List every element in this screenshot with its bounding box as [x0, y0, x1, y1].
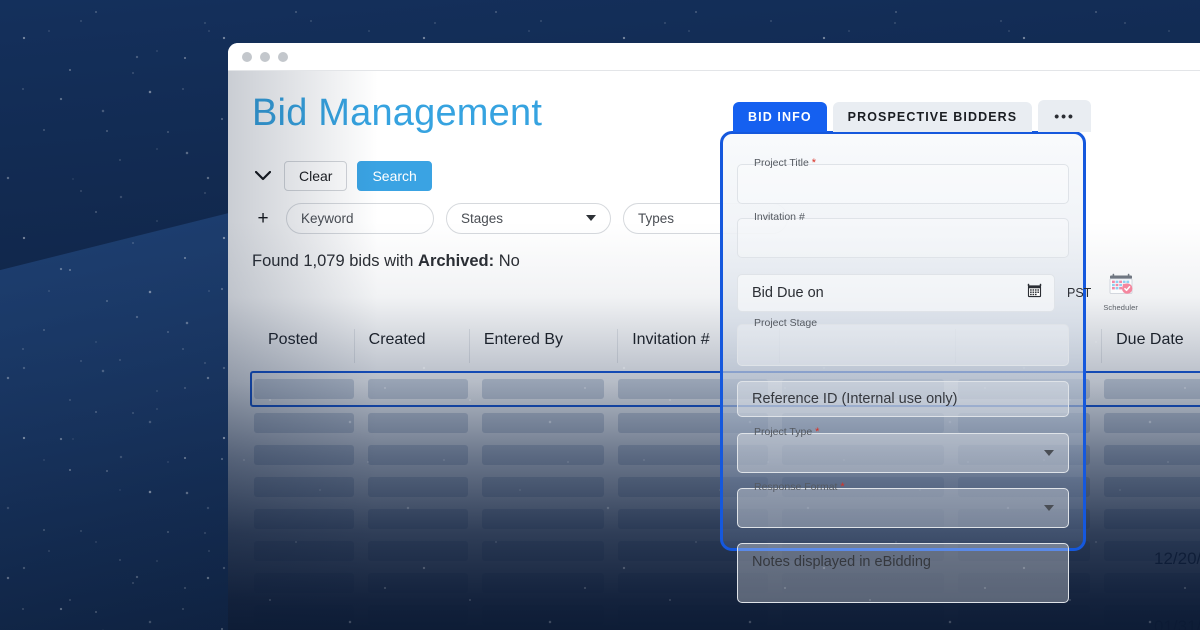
add-filter-icon[interactable]: + — [252, 207, 274, 229]
tab-more-options-icon[interactable]: ••• — [1038, 100, 1091, 132]
tab-prospective-bidders[interactable]: PROSPECTIVE BIDDERS — [833, 102, 1033, 133]
due-date-value: 01/31/24 — [1154, 617, 1200, 630]
table-cell — [482, 573, 604, 593]
invitation-number-field[interactable]: Invitation # — [737, 218, 1069, 258]
calendar-icon[interactable] — [1027, 283, 1042, 303]
table-cell — [254, 379, 354, 399]
results-suffix: No — [494, 252, 520, 270]
table-cell — [368, 573, 468, 593]
scheduler-label: Scheduler — [1103, 303, 1138, 312]
chevron-down-icon[interactable] — [1044, 505, 1054, 511]
notes-field[interactable]: Notes displayed in eBidding — [737, 543, 1069, 603]
response-format-label: Response Format * — [750, 482, 849, 493]
table-cell — [1104, 413, 1200, 433]
chevron-down-icon — [586, 215, 596, 221]
table-cell — [1104, 379, 1200, 399]
table-cell — [254, 509, 354, 529]
table-column-entered-by[interactable]: Entered By — [469, 329, 617, 363]
notes-placeholder: Notes displayed in eBidding — [738, 544, 1068, 602]
table-cell — [1104, 445, 1200, 465]
table-cell — [254, 541, 354, 561]
keyword-placeholder: Keyword — [301, 211, 354, 226]
project-title-label: Project Title * — [750, 158, 820, 169]
clear-button[interactable]: Clear — [284, 161, 347, 191]
due-date-value: 12/20/23 — [1154, 549, 1200, 569]
table-column-due-date[interactable]: Due Date — [1101, 329, 1200, 363]
project-type-label: Project Type * — [750, 427, 823, 438]
invitation-number-label: Invitation # — [750, 212, 809, 223]
scheduler-button[interactable]: Scheduler — [1103, 273, 1138, 312]
tab-bid-info[interactable]: BID INFO — [733, 102, 827, 133]
modal-tabs: BID INFO PROSPECTIVE BIDDERS ••• — [720, 100, 1086, 132]
window-close-dot-icon[interactable] — [242, 52, 252, 62]
required-asterisk: * — [812, 157, 816, 169]
keyword-input[interactable]: Keyword — [286, 203, 434, 234]
bid-due-on-placeholder: Bid Due on — [752, 285, 824, 301]
table-cell — [482, 445, 604, 465]
table-cell — [254, 413, 354, 433]
table-cell — [482, 509, 604, 529]
stages-select[interactable]: Stages — [446, 203, 611, 234]
table-cell — [1104, 573, 1200, 593]
table-row[interactable] — [252, 599, 1200, 630]
bid-info-form: Project Title * Invitation # Bid Due on — [737, 152, 1069, 603]
bid-detail-modal: BID INFO PROSPECTIVE BIDDERS ••• Project… — [720, 100, 1086, 551]
results-prefix: Found 1,079 bids with — [252, 252, 418, 270]
table-cell — [368, 477, 468, 497]
table-cell — [958, 605, 1090, 625]
project-title-field[interactable]: Project Title * — [737, 164, 1069, 204]
table-cell — [482, 379, 604, 399]
table-cell — [368, 605, 468, 625]
stages-label: Stages — [461, 211, 503, 226]
modal-body: Project Title * Invitation # Bid Due on — [720, 131, 1086, 551]
table-cell — [254, 445, 354, 465]
table-cell — [482, 477, 604, 497]
results-bold-label: Archived: — [418, 252, 494, 270]
reference-id-placeholder: Reference ID (Internal use only) — [738, 382, 1068, 416]
table-cell — [482, 413, 604, 433]
window-maximize-dot-icon[interactable] — [278, 52, 288, 62]
table-cell — [254, 477, 354, 497]
screenshot-stage: Bid Management Clear Search + Keyword St… — [0, 0, 1200, 630]
window-minimize-dot-icon[interactable] — [260, 52, 270, 62]
required-asterisk: * — [815, 426, 819, 438]
timezone-label: PST — [1067, 286, 1091, 300]
browser-chrome-bar — [228, 43, 1200, 71]
project-stage-label: Project Stage — [750, 318, 821, 329]
table-cell — [1104, 477, 1200, 497]
table-cell — [482, 605, 604, 625]
scheduler-calendar-icon — [1108, 273, 1134, 302]
table-cell — [1104, 509, 1200, 529]
chevron-down-icon[interactable] — [1044, 450, 1054, 456]
bid-due-on-field[interactable]: Bid Due on — [737, 274, 1055, 312]
table-cell — [618, 605, 768, 625]
reference-id-field[interactable]: Reference ID (Internal use only) — [737, 381, 1069, 417]
table-cell — [482, 541, 604, 561]
bid-due-row: Bid Due on — [737, 273, 1069, 312]
table-cell — [782, 605, 944, 625]
table-cell — [368, 541, 468, 561]
table-column-created[interactable]: Created — [354, 329, 469, 363]
search-button[interactable]: Search — [357, 161, 431, 191]
table-column-posted[interactable]: Posted — [252, 329, 354, 363]
required-asterisk: * — [840, 481, 844, 493]
table-cell — [254, 605, 354, 625]
table-cell — [254, 573, 354, 593]
table-cell — [368, 413, 468, 433]
project-type-field[interactable]: Project Type * — [737, 433, 1069, 473]
response-format-field[interactable]: Response Format * — [737, 488, 1069, 528]
table-cell — [368, 509, 468, 529]
table-cell — [368, 445, 468, 465]
table-cell — [368, 379, 468, 399]
types-label: Types — [638, 211, 674, 226]
project-stage-field[interactable]: Project Stage — [737, 324, 1069, 366]
chevron-down-icon[interactable] — [252, 165, 274, 187]
